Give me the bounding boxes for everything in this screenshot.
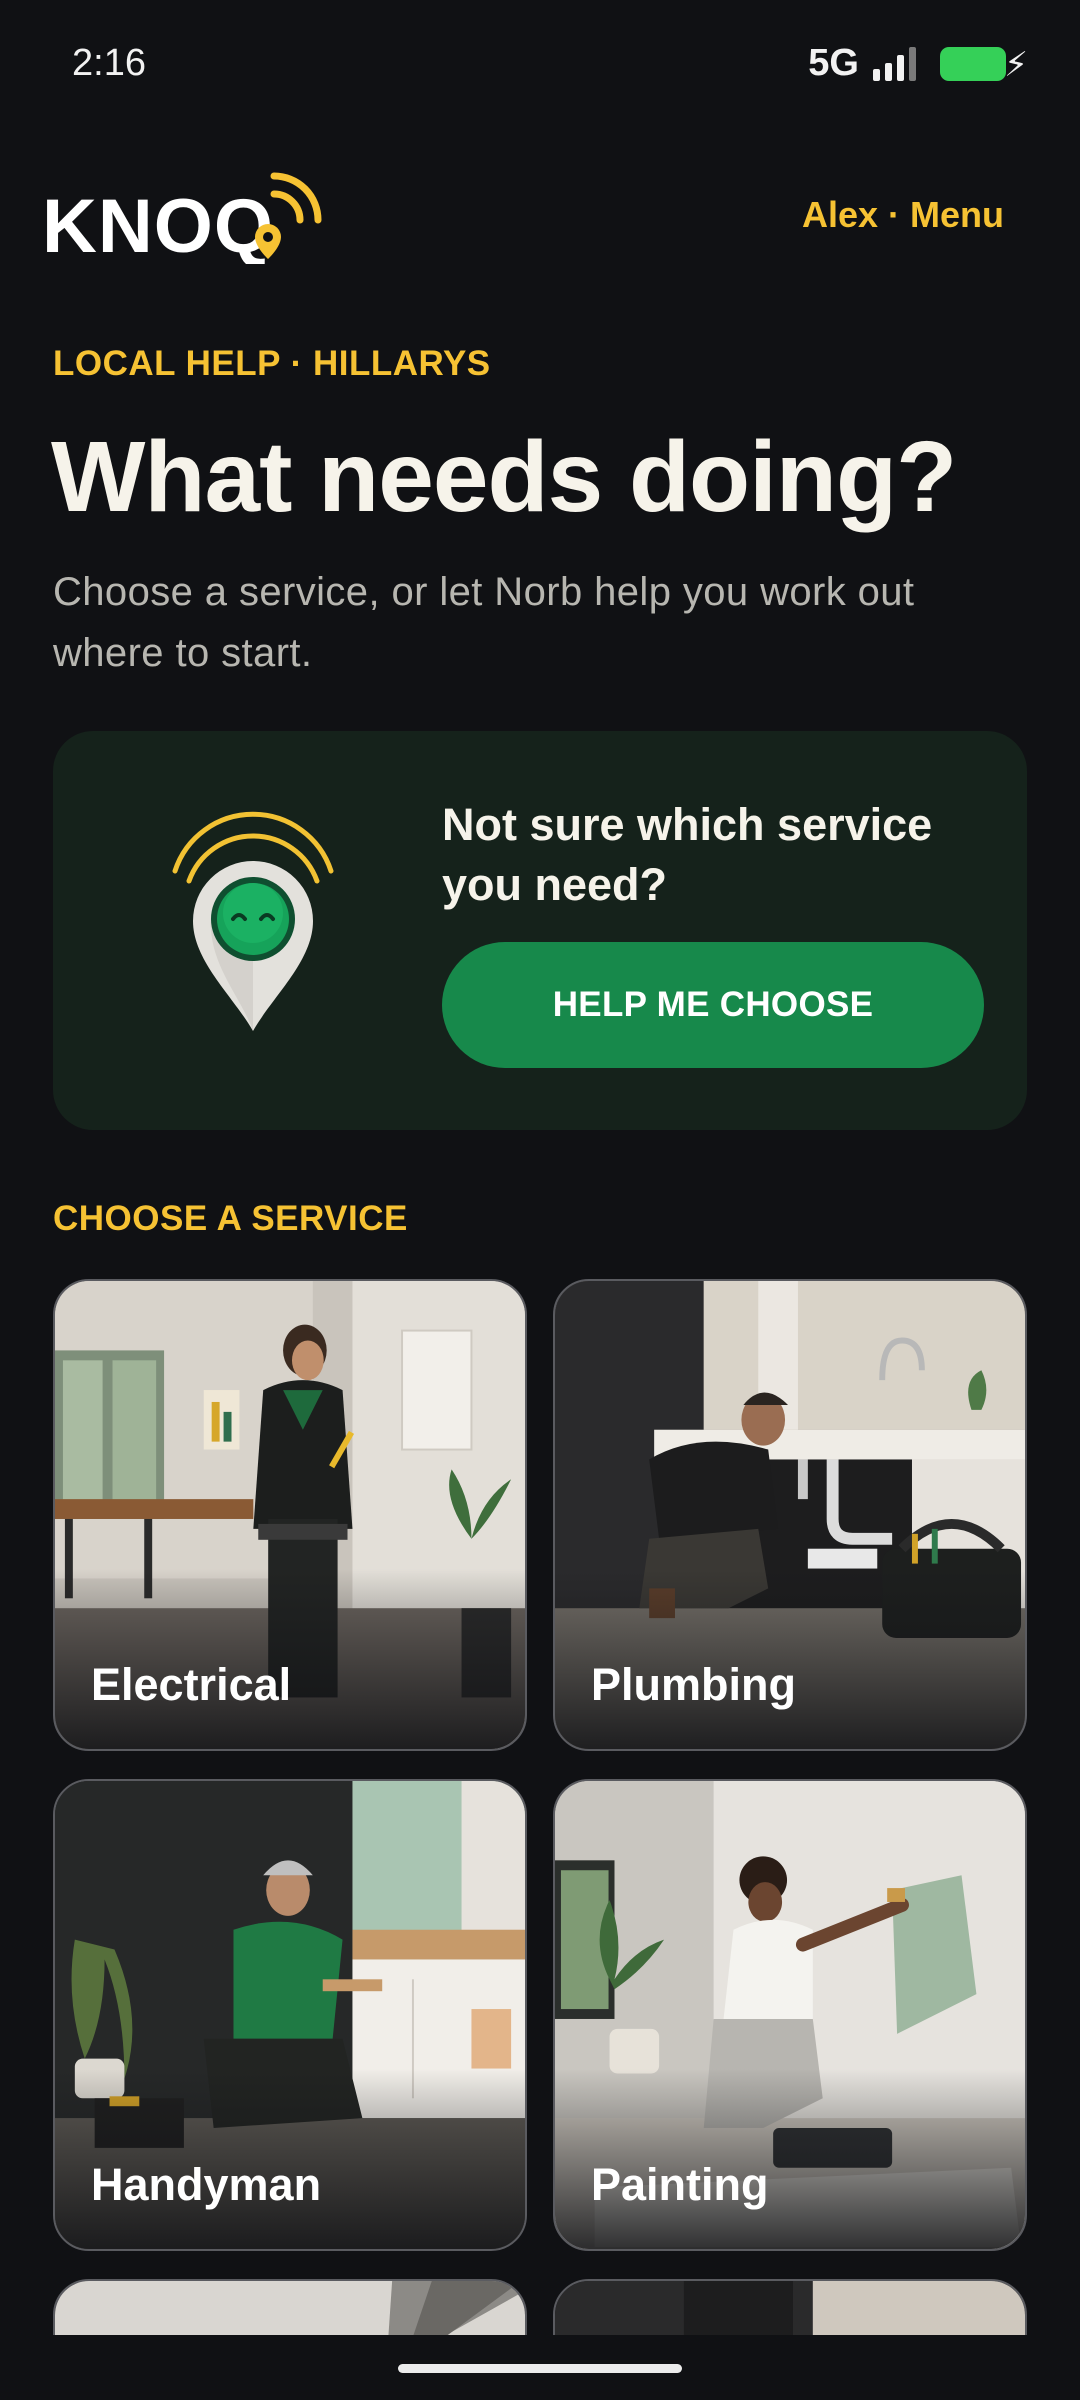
user-menu-link[interactable]: Alex · Menu	[802, 194, 1004, 236]
service-tile-painting[interactable]: Painting	[553, 1779, 1027, 2251]
help-choose-card: Not sure which service you need? HELP ME…	[53, 731, 1027, 1130]
location-eyebrow: LOCAL HELP · HILLARYS	[53, 344, 491, 383]
service-label: Plumbing	[591, 1659, 796, 1710]
service-label: Painting	[591, 2159, 769, 2210]
battery-charging-icon: ⚡	[940, 46, 1028, 84]
svg-text:KNOQ: KNOQ	[42, 184, 274, 264]
home-indicator[interactable]	[398, 2364, 682, 2373]
service-tile-electrical[interactable]: Electrical	[53, 1279, 527, 1751]
knoq-logo[interactable]: KNOQ	[42, 164, 322, 269]
page-subtitle: Choose a service, or let Norb help you w…	[53, 570, 915, 675]
page: 2:16 5G ⚡ KNOQ Alex · Menu LOCAL HELP · …	[0, 0, 1080, 2400]
network-label: 5G	[808, 42, 859, 84]
services-section-label: CHOOSE A SERVICE	[53, 1199, 408, 1238]
service-label: Handyman	[91, 2159, 322, 2210]
service-tile-handyman[interactable]: Handyman	[53, 1779, 527, 2251]
status-time: 2:16	[72, 42, 146, 84]
status-icons: 5G ⚡	[808, 42, 1028, 85]
signal-icon	[873, 46, 916, 81]
app-header: KNOQ Alex · Menu	[0, 160, 1080, 270]
help-question: Not sure which service you need?	[442, 799, 933, 910]
service-tile-plumbing[interactable]: Plumbing	[553, 1279, 1027, 1751]
status-bar: 2:16 5G ⚡	[0, 0, 1080, 130]
help-me-choose-button[interactable]: HELP ME CHOOSE	[442, 942, 984, 1068]
service-label: Electrical	[91, 1659, 292, 1710]
page-title: What needs doing?	[51, 421, 957, 533]
norb-mascot-icon	[153, 801, 353, 1041]
